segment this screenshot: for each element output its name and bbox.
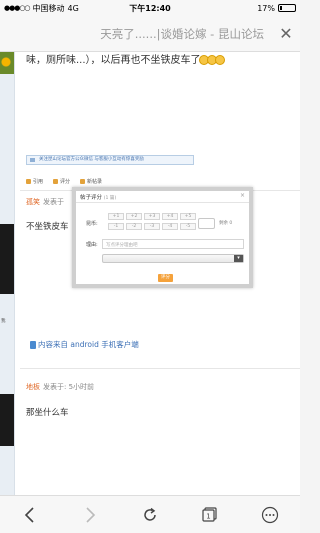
android-icon — [30, 341, 36, 349]
avatar — [0, 394, 14, 446]
browser-toolbar: 1 — [0, 495, 300, 533]
dialog-count: (1 篇) — [103, 196, 117, 201]
new-post-icon — [80, 179, 86, 184]
post-body: 那坐什么车 — [26, 408, 69, 418]
dialog-header: 帖子评分 (1 篇) × — [76, 191, 249, 203]
score-option[interactable]: -2 — [126, 223, 142, 230]
score-option[interactable]: +1 — [108, 213, 124, 220]
quote-icon — [26, 179, 31, 184]
score-option[interactable]: -1 — [108, 223, 124, 230]
reason-select[interactable]: ▾ — [102, 254, 244, 263]
post-time: 发表于 — [43, 198, 64, 206]
refresh-icon[interactable] — [135, 500, 165, 530]
post-author[interactable]: 地板 — [26, 383, 40, 391]
score-option[interactable]: -3 — [144, 223, 160, 230]
divider — [20, 368, 300, 369]
close-icon[interactable]: ✕ — [272, 24, 300, 43]
rating-dialog: 帖子评分 (1 篇) × 昆币: +1 +2 +3 +4 +5 -1 -2 -3 -4 -5 剩余… — [72, 187, 253, 288]
post-text: 味，厕所味...），以后再也不坐铁皮车了 — [20, 52, 300, 68]
forward-icon[interactable] — [75, 500, 105, 530]
score-label: 昆币: — [86, 221, 98, 227]
battery-percent: 17% — [257, 3, 275, 13]
score-option[interactable]: +2 — [126, 213, 142, 220]
quote-button[interactable]: 引用 — [26, 178, 43, 185]
post-list: 味，厕所味...），以后再也不坐铁皮车了 关注昆山论坛官方公众微信 与客服小互动… — [20, 52, 300, 418]
score-option[interactable]: +4 — [162, 213, 178, 220]
status-bar: ●●●○○ 中国移动 4G 下午12:40 17% — [0, 0, 300, 16]
tabs-count: 1 — [206, 512, 210, 520]
avatar — [0, 224, 14, 294]
post-header: 孤笑 发表于 — [26, 197, 64, 207]
dialog-title: 帖子评分 — [80, 195, 103, 201]
wechat-notice-link[interactable]: 关注昆山论坛官方公众微信 与客服小互动有惊喜奖励 — [26, 155, 194, 165]
post-actions: 引用 评分 新帖录 — [26, 178, 102, 185]
post-author[interactable]: 孤笑 — [26, 198, 40, 206]
emoji-icon — [214, 55, 225, 65]
battery-icon — [278, 4, 296, 12]
score-option[interactable]: +5 — [180, 213, 196, 220]
browser-header: 天亮了......|谈婚论嫁 - 昆山论坛 ✕ — [0, 16, 300, 52]
score-input[interactable] — [198, 218, 215, 229]
tabs-button[interactable]: 1 — [195, 500, 225, 530]
dialog-close-icon[interactable]: × — [240, 192, 245, 199]
avatar-caption: 我 — [1, 319, 6, 324]
carrier-label: 中国移动 — [32, 3, 65, 13]
signal-icon: ●●●○○ — [4, 4, 31, 12]
avatar-column: 我 — [0, 52, 15, 495]
network-label: 4G — [67, 3, 79, 13]
rate-button[interactable]: 评分 — [53, 178, 70, 185]
back-icon[interactable] — [15, 500, 45, 530]
score-option[interactable]: -5 — [180, 223, 196, 230]
chevron-down-icon: ▾ — [234, 255, 243, 262]
mobile-source-link[interactable]: 内容来自 android 手机客户端 — [30, 339, 139, 350]
submit-rating-button[interactable]: 评分 — [158, 274, 173, 282]
post-body: 不坐铁皮车 — [26, 222, 69, 232]
score-option[interactable]: +3 — [144, 213, 160, 220]
post-header: 地板 发表于: 5小时前 — [26, 382, 94, 392]
page-title: 天亮了......|谈婚论嫁 - 昆山论坛 — [100, 26, 264, 41]
remaining-score: 剩余 0 — [219, 221, 233, 226]
reason-label: 理由: — [86, 242, 98, 248]
more-icon[interactable] — [255, 500, 285, 530]
new-post-button[interactable]: 新帖录 — [80, 178, 102, 185]
tabs-icon: 1 — [202, 506, 217, 522]
avatar — [0, 52, 14, 74]
score-option[interactable]: -4 — [162, 223, 178, 230]
reason-input[interactable]: 写点评分理由吧 — [102, 239, 244, 249]
rate-icon — [53, 179, 59, 184]
post-time: 发表于: 5小时前 — [43, 383, 95, 391]
